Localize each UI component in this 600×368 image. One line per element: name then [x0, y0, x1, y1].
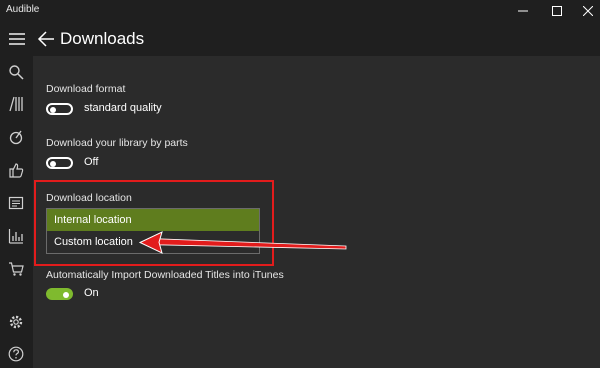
annotation-arrow	[138, 231, 347, 254]
